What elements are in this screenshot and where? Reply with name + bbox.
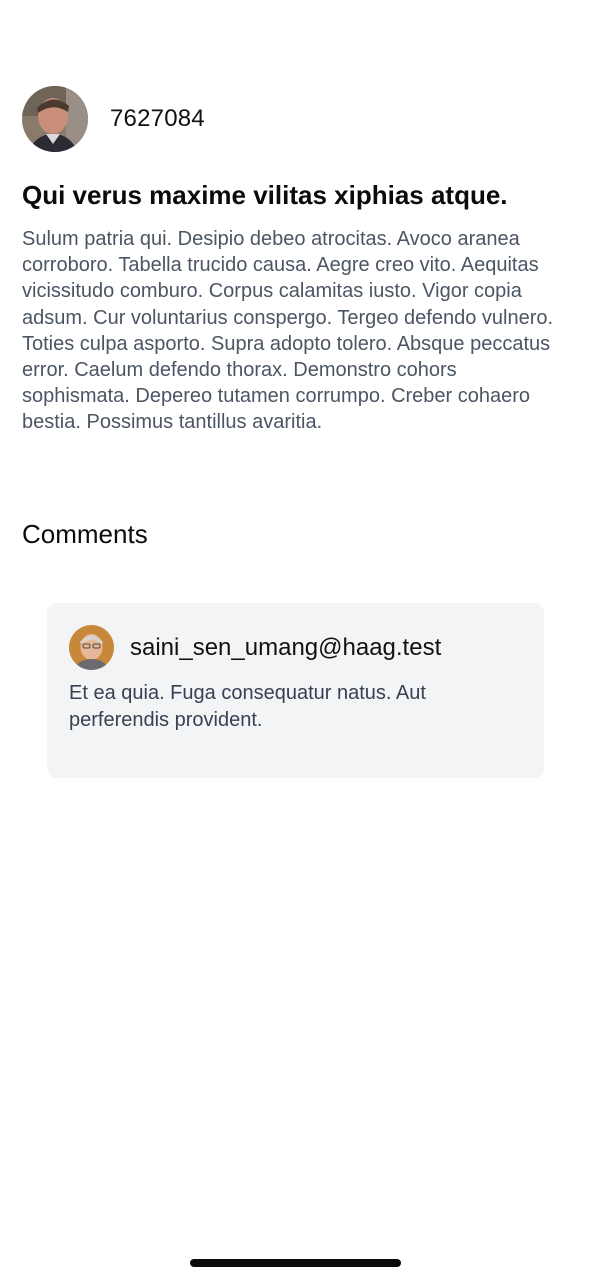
commenter-avatar-image <box>69 625 114 670</box>
author-avatar-image <box>22 86 88 152</box>
comment-card: saini_sen_umang@haag.test Et ea quia. Fu… <box>47 603 544 778</box>
commenter-avatar[interactable] <box>69 625 114 670</box>
comment-text: Et ea quia. Fuga consequatur natus. Aut … <box>69 682 426 731</box>
post-body: Sulum patria qui. Desipio debeo atrocita… <box>22 228 554 434</box>
comment-author[interactable]: saini_sen_umang@haag.test <box>130 634 441 662</box>
home-indicator[interactable] <box>190 1259 401 1267</box>
comment-header: saini_sen_umang@haag.test <box>69 625 441 670</box>
author-avatar[interactable] <box>22 86 88 152</box>
post-author-row: 7627084 <box>22 86 205 152</box>
post-title: Qui verus maxime vilitas xiphias atque. <box>22 180 508 210</box>
post-author-name[interactable]: 7627084 <box>110 105 205 133</box>
comments-heading: Comments <box>22 519 148 549</box>
